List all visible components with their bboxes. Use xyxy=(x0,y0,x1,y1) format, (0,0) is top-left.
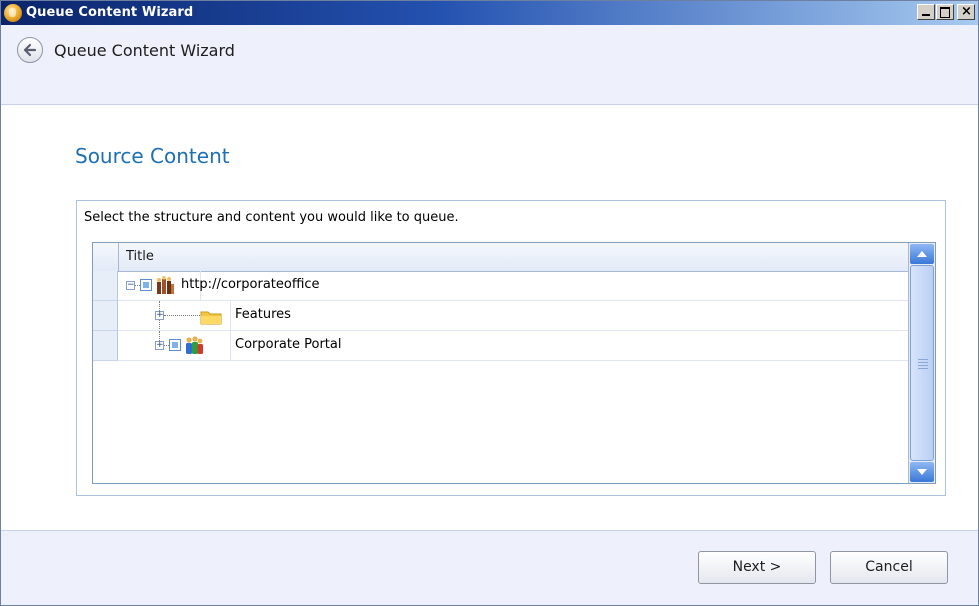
scroll-thumb[interactable] xyxy=(910,265,934,461)
maximize-button[interactable] xyxy=(936,4,954,20)
wizard-footer: Next > Cancel xyxy=(1,530,978,605)
scroll-up-button[interactable] xyxy=(910,244,934,264)
content-tree-grid[interactable]: Title − http://corporateoffice + Feature… xyxy=(92,242,936,484)
arrow-up-icon xyxy=(917,251,927,257)
wizard-window: Queue Content Wizard × Queue Content Wiz… xyxy=(0,0,979,606)
wizard-header-title: Queue Content Wizard xyxy=(54,41,235,60)
back-arrow-icon xyxy=(23,43,37,57)
folder-icon xyxy=(200,311,222,325)
tree-row-root[interactable]: − http://corporateoffice xyxy=(93,271,908,301)
instruction-text: Select the structure and content you wou… xyxy=(84,210,459,225)
vertical-scrollbar[interactable] xyxy=(908,243,935,483)
column-header-title[interactable]: Title xyxy=(126,249,154,264)
site-people-icon xyxy=(186,336,203,354)
maximize-icon xyxy=(940,7,950,18)
app-icon xyxy=(4,4,22,22)
close-icon: × xyxy=(961,4,972,19)
source-content-panel: Select the structure and content you wou… xyxy=(76,200,946,496)
back-button[interactable] xyxy=(17,37,43,63)
scroll-down-button[interactable] xyxy=(910,462,934,482)
next-button[interactable]: Next > xyxy=(698,551,816,584)
collapse-icon[interactable]: − xyxy=(126,281,135,290)
tree-node-label[interactable]: Corporate Portal xyxy=(235,337,341,352)
expand-icon[interactable]: + xyxy=(155,341,164,350)
close-button[interactable]: × xyxy=(957,4,975,20)
wizard-header: Queue Content Wizard xyxy=(1,25,978,105)
minimize-button[interactable] xyxy=(917,4,935,20)
row-selector-header xyxy=(93,243,119,271)
tree-row-corporate-portal[interactable]: + Corporate Portal xyxy=(93,331,908,361)
site-collection-icon xyxy=(157,276,174,294)
tree-checkbox[interactable] xyxy=(169,339,181,351)
page-title: Source Content xyxy=(75,144,230,168)
window-title: Queue Content Wizard xyxy=(26,5,194,20)
cancel-button[interactable]: Cancel xyxy=(830,551,948,584)
grid-header: Title xyxy=(93,243,908,272)
tree-node-label[interactable]: http://corporateoffice xyxy=(181,277,320,292)
row-selector[interactable] xyxy=(93,331,118,361)
row-selector[interactable] xyxy=(93,271,118,301)
tree-row-features[interactable]: + Features xyxy=(93,301,908,331)
tree-checkbox[interactable] xyxy=(140,279,152,291)
title-bar[interactable]: Queue Content Wizard × xyxy=(1,1,978,25)
arrow-down-icon xyxy=(917,469,927,475)
tree-node-label[interactable]: Features xyxy=(235,307,291,322)
row-selector[interactable] xyxy=(93,301,118,331)
expand-icon[interactable]: + xyxy=(155,311,164,320)
minimize-icon xyxy=(922,14,930,16)
